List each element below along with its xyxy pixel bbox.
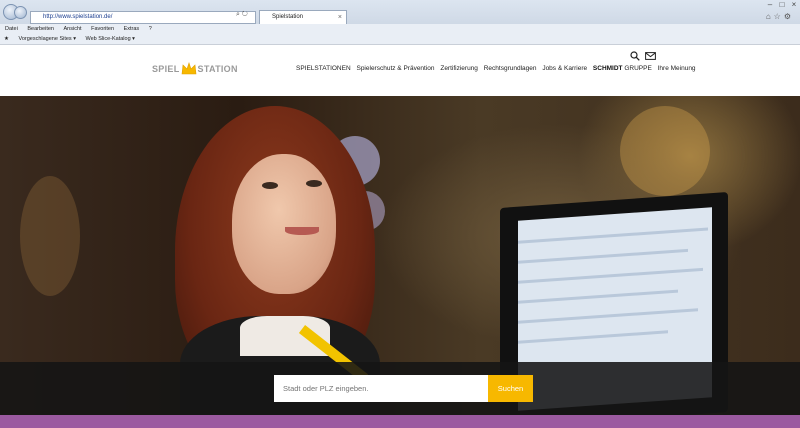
nav-item-gruppe[interactable]: GRUPPE <box>624 65 651 72</box>
menu-item[interactable]: Favoriten <box>91 26 114 32</box>
minimize-icon[interactable]: – <box>764 0 776 9</box>
nav-item-rechtsgrundlagen[interactable]: Rechtsgrundlagen <box>484 65 537 72</box>
tab-title: Spielstation <box>272 14 304 20</box>
menu-item[interactable]: Extras <box>124 26 140 32</box>
bokeh-light <box>20 176 80 296</box>
location-search-input[interactable] <box>274 375 488 402</box>
nav-item-meinung[interactable]: Ihre Meinung <box>658 65 696 72</box>
star-icon[interactable]: ☆ <box>774 12 784 21</box>
site-header: SPIEL STATION SPIELSTATIONEN Spielerschu… <box>0 45 800 96</box>
nav-item-spielstationen[interactable]: SPIELSTATIONEN <box>296 65 351 72</box>
search-button[interactable]: Suchen <box>488 375 533 402</box>
favorite-web-slice[interactable]: Web Slice-Katalog ▾ <box>86 36 135 42</box>
woman-eye <box>262 182 278 189</box>
menu-item[interactable]: Bearbeiten <box>27 26 54 32</box>
browser-tab[interactable]: Spielstation × <box>259 10 347 24</box>
nav-item-jobs[interactable]: Jobs & Karriere <box>542 65 587 72</box>
menu-bar: Datei Bearbeiten Ansicht Favoriten Extra… <box>0 24 800 34</box>
favorites-bar: ★ Vorgeschlagene Sites ▾ Web Slice-Katal… <box>0 34 800 45</box>
home-icon[interactable]: ⌂ <box>766 12 774 21</box>
bokeh-light <box>620 106 710 196</box>
menu-item[interactable]: ? <box>149 26 152 32</box>
close-window-icon[interactable]: × <box>788 0 800 9</box>
logo-text-left: SPIEL <box>152 64 180 74</box>
menu-item[interactable]: Ansicht <box>64 26 82 32</box>
browser-tools: ⌂☆⚙ <box>766 12 794 21</box>
footer-accent-bar <box>0 415 800 428</box>
address-bar[interactable]: http://www.spielstation.de/ <box>30 11 256 24</box>
woman-eye <box>306 180 322 187</box>
search-icon[interactable] <box>630 51 640 61</box>
nav-item-spielerschutz[interactable]: Spielerschutz & Prävention <box>356 65 434 72</box>
gear-icon[interactable]: ⚙ <box>784 12 794 21</box>
favorite-suggested-sites[interactable]: Vorgeschlagene Sites ▾ <box>18 36 76 42</box>
woman-mouth <box>285 227 319 235</box>
site-logo[interactable]: SPIEL STATION <box>152 59 238 79</box>
refresh-icon[interactable]: ↻ <box>242 11 248 18</box>
nav-item-schmidt[interactable]: SCHMIDT <box>593 65 623 72</box>
search-icon[interactable]: ⌕ <box>236 11 240 18</box>
maximize-icon[interactable]: □ <box>776 0 788 9</box>
crown-icon <box>181 62 196 75</box>
close-icon[interactable]: × <box>338 11 342 24</box>
forward-icon[interactable] <box>14 6 27 19</box>
nav-item-zertifizierung[interactable]: Zertifizierung <box>440 65 478 72</box>
mail-icon[interactable] <box>645 52 656 60</box>
main-nav: SPIELSTATIONEN Spielerschutz & Präventio… <box>296 65 700 72</box>
address-bar-icons[interactable]: ⌕ ↻ <box>236 11 248 19</box>
logo-text-right: STATION <box>197 64 238 74</box>
woman-face <box>232 154 336 294</box>
browser-chrome: http://www.spielstation.de/ ⌕ ↻ Spielsta… <box>0 0 800 45</box>
favorites-star-icon[interactable]: ★ <box>4 36 9 42</box>
menu-item[interactable]: Datei <box>5 26 18 32</box>
